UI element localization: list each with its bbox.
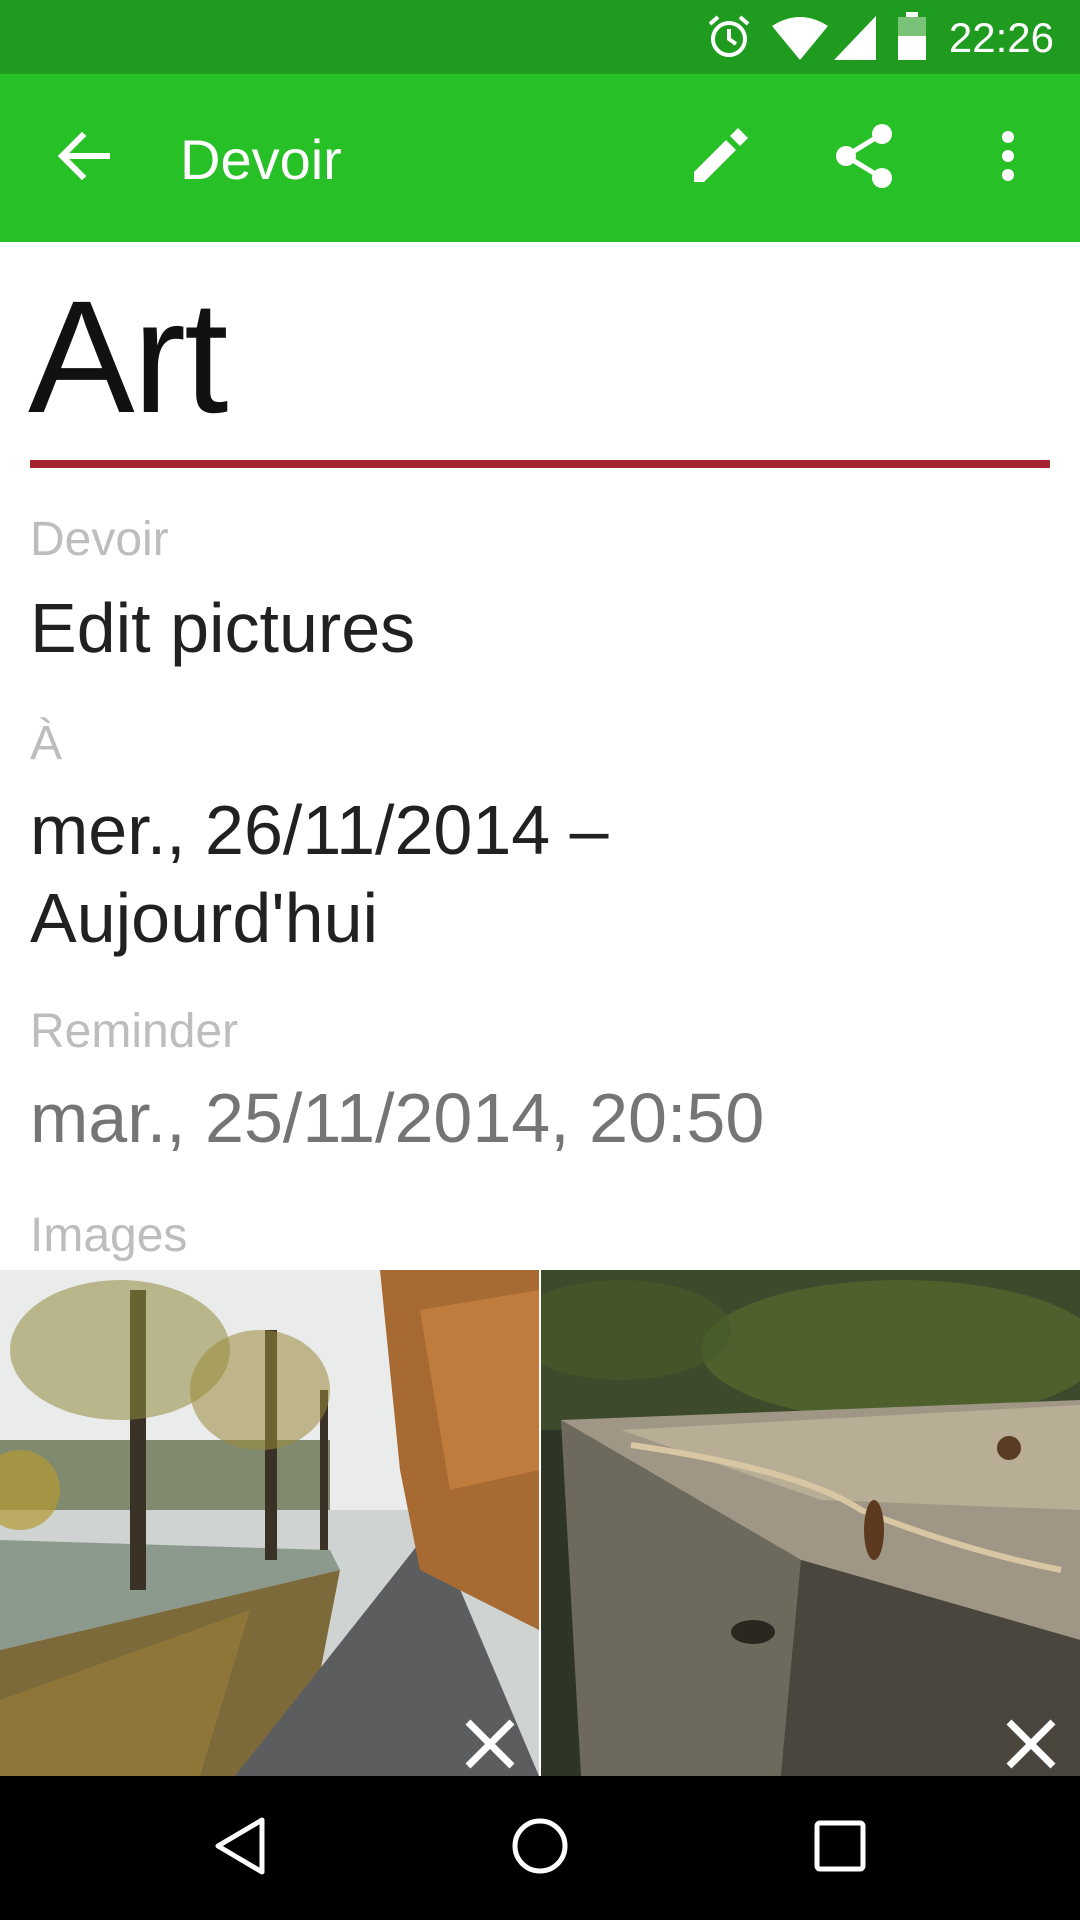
clock-time: 22:26 [948, 14, 1054, 61]
reminder-label: Reminder [30, 1005, 239, 1058]
close-icon [458, 1712, 522, 1776]
battery-icon [898, 12, 926, 65]
overflow-menu-button[interactable] [968, 118, 1048, 198]
wifi-icon [772, 16, 828, 65]
wooden-planks-photo [541, 1270, 1080, 1776]
image-gallery [0, 1270, 1080, 1776]
status-bar: 22:26 [0, 0, 1080, 74]
edit-button[interactable] [680, 118, 760, 198]
page-title: Devoir [180, 128, 342, 191]
recents-square-icon [812, 1818, 868, 1879]
homework-value: Edit pictures [30, 589, 416, 667]
back-triangle-icon [212, 1816, 268, 1881]
back-arrow-icon [57, 131, 111, 185]
signal-icon [834, 16, 876, 65]
system-nav-bar [0, 1776, 1080, 1920]
subject-title: Art [28, 267, 228, 446]
remove-image-1-button[interactable] [458, 1712, 522, 1776]
app-bar: Devoir [0, 74, 1080, 242]
image-thumbnail-1[interactable] [0, 1270, 539, 1776]
share-button[interactable] [824, 118, 904, 198]
reminder-value[interactable]: mar., 25/11/2014, 20:50 [30, 1074, 764, 1162]
due-date-value: mer., 26/11/2014 – Aujourd'hui [30, 786, 609, 962]
due-date-line: mer., 26/11/2014 – [30, 791, 609, 869]
image-thumbnail-2[interactable] [541, 1270, 1080, 1776]
back-button[interactable] [44, 118, 124, 198]
share-icon [834, 123, 894, 193]
alarm-icon [706, 14, 752, 65]
nav-home-button[interactable] [500, 1808, 580, 1888]
home-circle-icon [510, 1816, 570, 1881]
close-icon [999, 1712, 1063, 1776]
autumn-path-photo [0, 1270, 539, 1776]
images-label: Images [30, 1209, 188, 1262]
due-relative-line: Aujourd'hui [30, 879, 379, 957]
remove-image-2-button[interactable] [999, 1712, 1063, 1776]
nav-recents-button[interactable] [800, 1808, 880, 1888]
nav-back-button[interactable] [200, 1808, 280, 1888]
due-label: À [30, 717, 63, 770]
subject-color-divider [30, 460, 1050, 468]
homework-label: Devoir [30, 513, 169, 566]
edit-pencil-icon [690, 126, 750, 191]
more-vert-icon [1000, 130, 1016, 187]
